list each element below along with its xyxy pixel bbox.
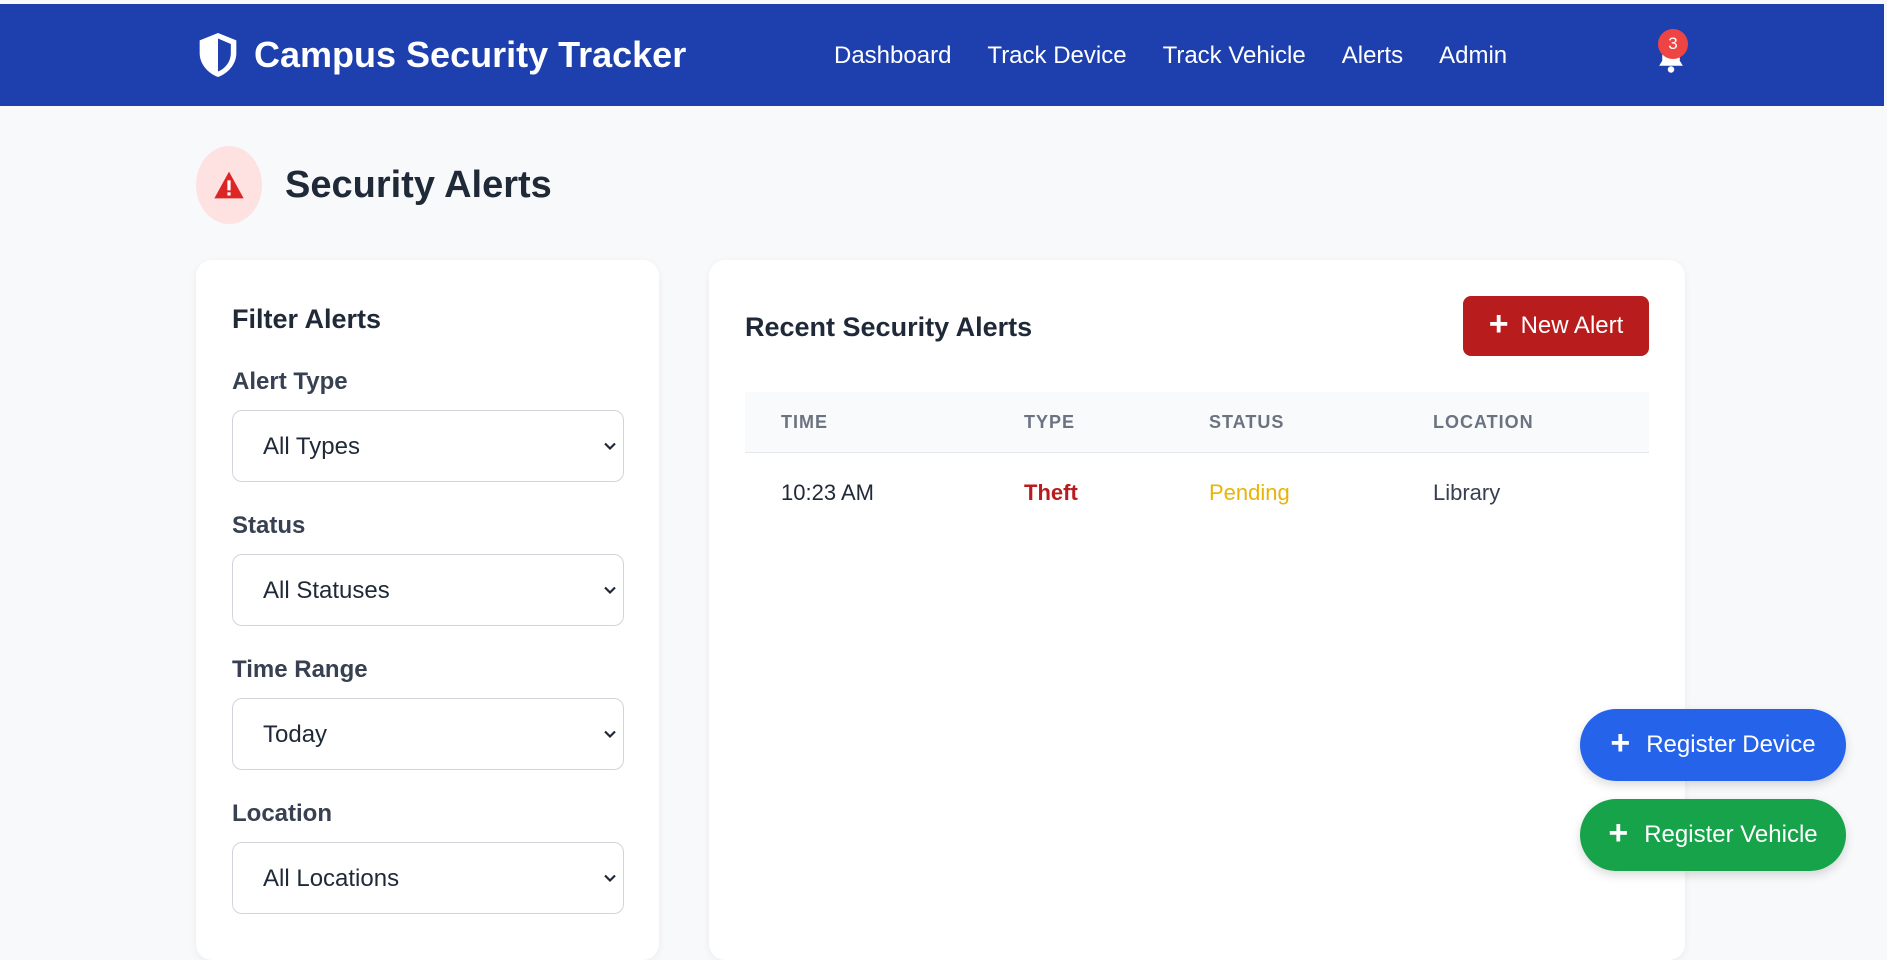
nav-alerts[interactable]: Alerts <box>1342 42 1403 70</box>
status-select[interactable]: All Statuses <box>232 554 624 626</box>
alert-status: Pending <box>1209 480 1290 505</box>
filter-card: Filter Alerts Alert Type All Types Statu… <box>196 260 659 960</box>
register-vehicle-button[interactable]: + Register Vehicle <box>1580 799 1846 871</box>
chevron-down-icon <box>604 874 616 883</box>
column-location[interactable]: LOCATION <box>1433 412 1534 433</box>
time-range-value: Today <box>263 721 328 748</box>
plus-icon: + <box>1608 814 1629 852</box>
main-nav: Dashboard Track Device Track Vehicle Ale… <box>834 42 1507 70</box>
time-range-label: Time Range <box>232 656 368 683</box>
alerts-card: Recent Security Alerts + New Alert TIME … <box>709 260 1685 960</box>
column-status[interactable]: STATUS <box>1209 412 1284 433</box>
alert-time: 10:23 AM <box>781 480 874 505</box>
brand[interactable]: Campus Security Tracker <box>196 30 686 80</box>
new-alert-label: New Alert <box>1520 312 1624 339</box>
location-label: Location <box>232 800 332 827</box>
time-range-select[interactable]: Today <box>232 698 624 770</box>
alert-type-value: All Types <box>263 433 360 460</box>
chevron-down-icon <box>604 730 616 739</box>
alerts-table-header: TIME TYPE STATUS LOCATION <box>745 392 1649 453</box>
status-label: Status <box>232 512 306 539</box>
table-row[interactable]: 10:23 AM Theft Pending Library <box>745 452 1649 532</box>
plus-icon: + <box>1488 305 1509 343</box>
status-value: All Statuses <box>263 577 390 604</box>
register-vehicle-label: Register Vehicle <box>1644 821 1818 848</box>
warning-icon <box>214 171 244 199</box>
column-type[interactable]: TYPE <box>1024 412 1075 433</box>
alert-type: Theft <box>1024 480 1078 505</box>
notification-badge: 3 <box>1658 29 1688 59</box>
filter-title: Filter Alerts <box>232 304 382 334</box>
plus-icon: + <box>1610 724 1631 762</box>
shield-icon <box>199 33 237 77</box>
column-time[interactable]: TIME <box>781 412 828 433</box>
chevron-down-icon <box>604 442 616 451</box>
nav-track-vehicle[interactable]: Track Vehicle <box>1163 42 1306 70</box>
alert-type-select[interactable]: All Types <box>232 410 624 482</box>
brand-title: Campus Security Tracker <box>254 34 687 75</box>
chevron-down-icon <box>604 586 616 595</box>
register-device-button[interactable]: + Register Device <box>1580 709 1846 781</box>
alert-type-label: Alert Type <box>232 368 348 395</box>
location-value: All Locations <box>263 865 400 892</box>
alerts-title: Recent Security Alerts <box>745 312 1033 342</box>
alert-location: Library <box>1433 480 1501 505</box>
top-navbar: Campus Security Tracker Dashboard Track … <box>0 4 1884 106</box>
register-device-label: Register Device <box>1646 731 1816 758</box>
alert-title-icon <box>196 146 262 224</box>
page-title: Security Alerts <box>285 164 552 206</box>
location-select[interactable]: All Locations <box>232 842 624 914</box>
nav-track-device[interactable]: Track Device <box>987 42 1126 70</box>
nav-admin[interactable]: Admin <box>1439 42 1507 70</box>
nav-dashboard[interactable]: Dashboard <box>834 42 951 70</box>
new-alert-button[interactable]: + New Alert <box>1463 296 1649 356</box>
